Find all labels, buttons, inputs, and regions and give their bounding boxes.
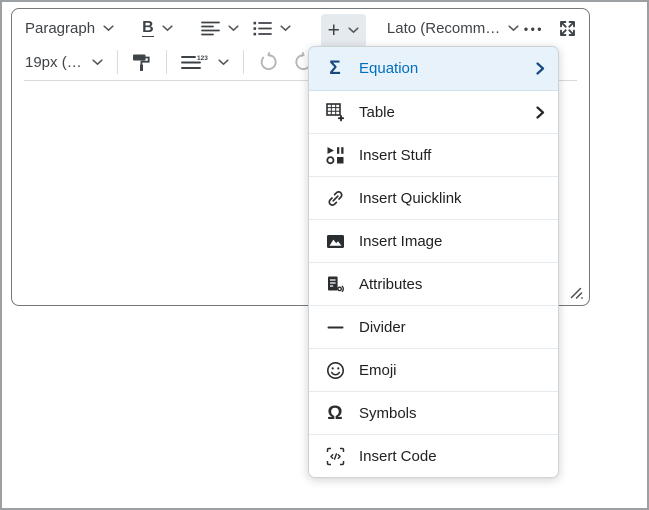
chevron-right-icon (536, 62, 545, 75)
horizontal-rule-icon (324, 318, 346, 337)
menu-item-insert-quicklink[interactable]: Insert Quicklink (309, 176, 558, 219)
menu-item-insert-stuff[interactable]: Insert Stuff (309, 133, 558, 176)
media-stuff-icon (324, 146, 346, 165)
insert-menu: Σ Equation Table (308, 46, 559, 478)
paint-roller-icon (132, 52, 152, 72)
more-actions-button[interactable]: ••• (517, 14, 551, 44)
font-size-dropdown[interactable]: 19px (… (18, 47, 110, 77)
toolbar-separator (243, 50, 244, 74)
toolbar-separator (166, 50, 167, 74)
font-size-label: 19px (… (25, 54, 82, 71)
menu-item-symbols[interactable]: Ω Symbols (309, 391, 558, 434)
paragraph-style-label: Paragraph (25, 20, 95, 37)
menu-item-emoji[interactable]: Emoji (309, 348, 558, 391)
ellipsis-icon: ••• (524, 22, 544, 36)
chevron-down-icon (228, 25, 239, 32)
menu-item-label: Equation (359, 60, 536, 77)
chevron-down-icon (218, 59, 229, 66)
menu-item-label: Insert Quicklink (359, 190, 545, 207)
bold-dropdown[interactable]: B (135, 14, 180, 44)
line-spacing-dropdown[interactable]: 123 (174, 47, 236, 77)
menu-item-label: Emoji (359, 362, 545, 379)
chevron-down-icon (280, 25, 291, 32)
chevron-right-icon (536, 106, 545, 119)
omega-icon: Ω (324, 404, 346, 423)
plus-icon: + (328, 20, 340, 41)
menu-item-label: Attributes (359, 276, 545, 293)
font-family-label: Lato (Recomm… (387, 20, 500, 37)
menu-item-label: Insert Image (359, 233, 545, 250)
bullet-list-icon (253, 21, 272, 36)
menu-item-table[interactable]: Table (309, 90, 558, 133)
menu-item-insert-code[interactable]: Insert Code (309, 434, 558, 477)
fullscreen-expand-icon (558, 19, 577, 38)
quicklink-icon (324, 189, 346, 208)
font-family-dropdown[interactable]: Lato (Recomm… (380, 14, 510, 44)
undo-icon (258, 52, 279, 72)
alignment-dropdown[interactable] (194, 14, 246, 44)
list-dropdown[interactable] (246, 14, 298, 44)
svg-text:123: 123 (197, 55, 208, 62)
menu-item-label: Symbols (359, 405, 545, 422)
toolbar-row-1: Paragraph B (18, 11, 583, 46)
menu-item-label: Divider (359, 319, 545, 336)
undo-button[interactable] (251, 47, 286, 77)
menu-item-insert-image[interactable]: Insert Image (309, 219, 558, 262)
align-left-icon (201, 21, 220, 36)
toolbar-separator (117, 50, 118, 74)
menu-item-label: Insert Stuff (359, 147, 545, 164)
chevron-down-icon (348, 27, 359, 34)
menu-item-divider[interactable]: Divider (309, 305, 558, 348)
code-icon (324, 447, 346, 466)
emoji-icon (324, 361, 346, 380)
fullscreen-button[interactable] (551, 14, 584, 44)
page: Paragraph B (0, 0, 649, 510)
resize-handle[interactable] (569, 285, 585, 301)
sigma-icon: Σ (324, 59, 346, 78)
attributes-icon (324, 275, 346, 294)
paragraph-style-dropdown[interactable]: Paragraph (18, 14, 121, 44)
format-painter-button[interactable] (125, 47, 159, 77)
menu-item-label: Insert Code (359, 448, 545, 465)
table-add-icon (324, 103, 346, 122)
bold-icon: B (142, 20, 154, 38)
chevron-down-icon (103, 25, 114, 32)
chevron-down-icon (162, 25, 173, 32)
chevron-down-icon (92, 59, 103, 66)
menu-item-attributes[interactable]: Attributes (309, 262, 558, 305)
image-icon (324, 232, 346, 251)
menu-item-label: Table (359, 104, 536, 121)
insert-dropdown[interactable]: + (321, 14, 366, 47)
menu-item-equation[interactable]: Σ Equation (309, 47, 558, 90)
line-spacing-icon: 123 (181, 54, 210, 71)
